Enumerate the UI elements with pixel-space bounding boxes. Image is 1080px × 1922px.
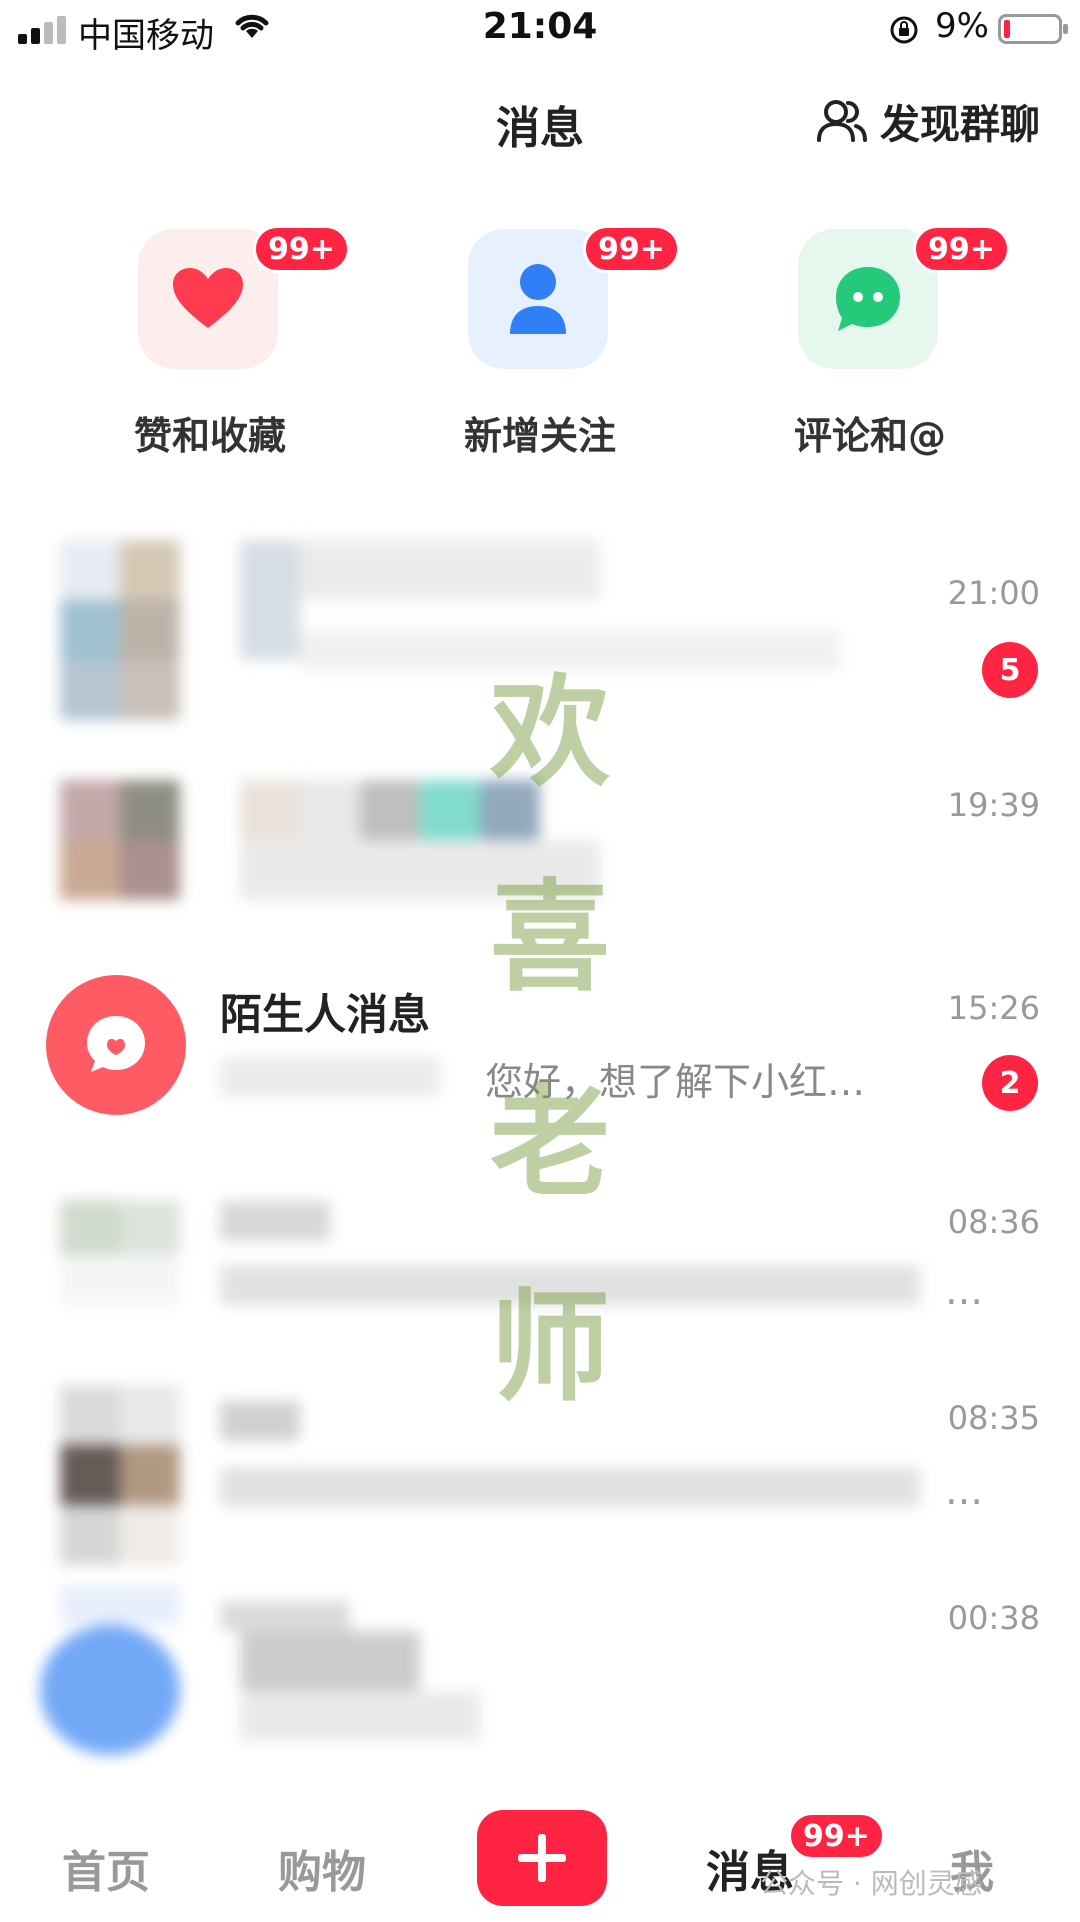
watermark-char: 老: [490, 1072, 610, 1213]
preview-ellipsis: …: [945, 1269, 983, 1313]
conversation-time: 21:00: [947, 574, 1040, 612]
avatar: [60, 1185, 180, 1365]
publish-button[interactable]: [477, 1810, 607, 1906]
message-bubble-icon: [87, 1016, 145, 1072]
comments-badge: 99+: [913, 225, 1010, 273]
stranger-avatar: [46, 975, 186, 1115]
conversation-time: 08:35: [947, 1399, 1040, 1437]
conversation-row[interactable]: 00:38: [0, 1585, 1080, 1775]
discover-label: 发现群聊: [880, 102, 1040, 148]
conversation-time: 00:38: [947, 1599, 1040, 1637]
tab-shop[interactable]: 购物: [278, 1836, 366, 1900]
conversation-time: 15:26: [947, 989, 1040, 1027]
avatar: [60, 1385, 180, 1565]
rotation-lock-icon: [890, 16, 918, 44]
group-users-icon: [817, 100, 867, 142]
battery-icon: [998, 14, 1068, 44]
unread-badge: 2: [982, 1055, 1038, 1111]
corner-watermark: 公众号 · 网创灵感: [760, 1867, 983, 1900]
followers-label: 新增关注: [463, 414, 616, 458]
avatar: [60, 780, 180, 960]
conversation-time: 08:36: [947, 1203, 1040, 1241]
discover-group-chat-button[interactable]: 发现群聊: [816, 92, 1040, 150]
avatar: [60, 540, 180, 720]
battery-percent: 9%: [935, 6, 989, 46]
heart-icon: [173, 268, 243, 328]
watermark: 欢 喜 老 师: [470, 630, 630, 1450]
watermark-char: 喜: [490, 867, 610, 1008]
comments-and-mentions-entry[interactable]: 99+ 评论和@: [730, 225, 1010, 458]
tab-home[interactable]: 首页: [62, 1836, 150, 1900]
conversation-time: 19:39: [947, 786, 1040, 824]
preview-ellipsis: …: [945, 1469, 983, 1513]
likes-and-saves-entry[interactable]: 99+ 赞和收藏: [70, 225, 350, 458]
bottom-tab-bar: 首页 购物 消息 99+ 我: [0, 1800, 1080, 1922]
likes-badge: 99+: [253, 225, 350, 273]
plus-icon: [518, 1834, 566, 1882]
followers-badge: 99+: [583, 225, 680, 273]
status-bar: 中国移动 21:04 9%: [0, 0, 1080, 60]
watermark-char: 师: [490, 1277, 610, 1418]
conversation-name: 陌生人消息: [220, 990, 431, 1039]
chat-bubble-icon: [836, 267, 900, 331]
messages-tab-badge: 99+: [788, 1812, 885, 1860]
unread-badge: 5: [982, 642, 1038, 698]
comments-label: 评论和@: [793, 414, 946, 458]
person-icon: [510, 264, 566, 334]
new-followers-entry[interactable]: 99+ 新增关注: [400, 225, 680, 458]
likes-label: 赞和收藏: [133, 414, 286, 458]
watermark-char: 欢: [490, 662, 610, 803]
avatar: [40, 1585, 180, 1765]
